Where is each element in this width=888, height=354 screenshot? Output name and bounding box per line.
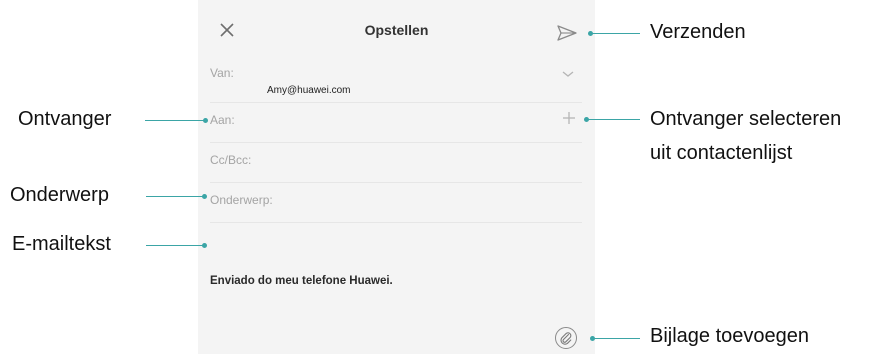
callout-line-select-recipient [588, 119, 640, 120]
callout-select-recipient-line1: Ontvanger selecteren [650, 108, 842, 130]
chevron-down-icon[interactable] [562, 70, 574, 78]
callout-email-body: E-mailtekst [12, 233, 111, 255]
callout-recipient: Ontvanger [18, 108, 112, 130]
callout-subject: Onderwerp [10, 184, 109, 206]
callout-dot-email-body [202, 243, 207, 248]
attachment-button[interactable] [555, 327, 577, 349]
callout-line-send [592, 33, 640, 34]
compose-toolbar: Opstellen [198, 0, 595, 62]
callout-select-recipient-line2: uit contactenlijst [650, 142, 793, 164]
subject-field[interactable]: Onderwerp: [210, 182, 582, 223]
body-signature[interactable]: Enviado do meu telefone Huawei. [210, 275, 393, 287]
cc-bcc-field[interactable]: Cc/Bcc: [210, 142, 582, 183]
paperclip-icon [560, 332, 572, 345]
to-field[interactable]: Aan: [210, 102, 582, 143]
to-label: Aan: [210, 113, 235, 127]
email-compose-screen: Opstellen Van: Amy@huawei.com Aan: Cc/Bc… [198, 0, 595, 354]
subject-label: Onderwerp: [210, 193, 273, 207]
from-email-value: Amy@huawei.com [267, 85, 351, 96]
callout-line-subject [146, 196, 204, 197]
callout-line-attachment [594, 338, 640, 339]
callout-send: Verzenden [650, 21, 746, 43]
from-label: Van: [210, 66, 234, 80]
compose-title: Opstellen [364, 22, 429, 38]
plus-icon[interactable] [562, 111, 576, 125]
callout-line-recipient [145, 120, 205, 121]
callout-dot-subject [202, 194, 207, 199]
callout-line-email-body [146, 245, 204, 246]
cc-bcc-label: Cc/Bcc: [210, 153, 252, 167]
from-field[interactable]: Van: Amy@huawei.com [210, 54, 582, 103]
callout-add-attachment: Bijlage toevoegen [650, 325, 810, 347]
send-icon[interactable] [556, 24, 578, 42]
callout-dot-recipient [203, 118, 208, 123]
